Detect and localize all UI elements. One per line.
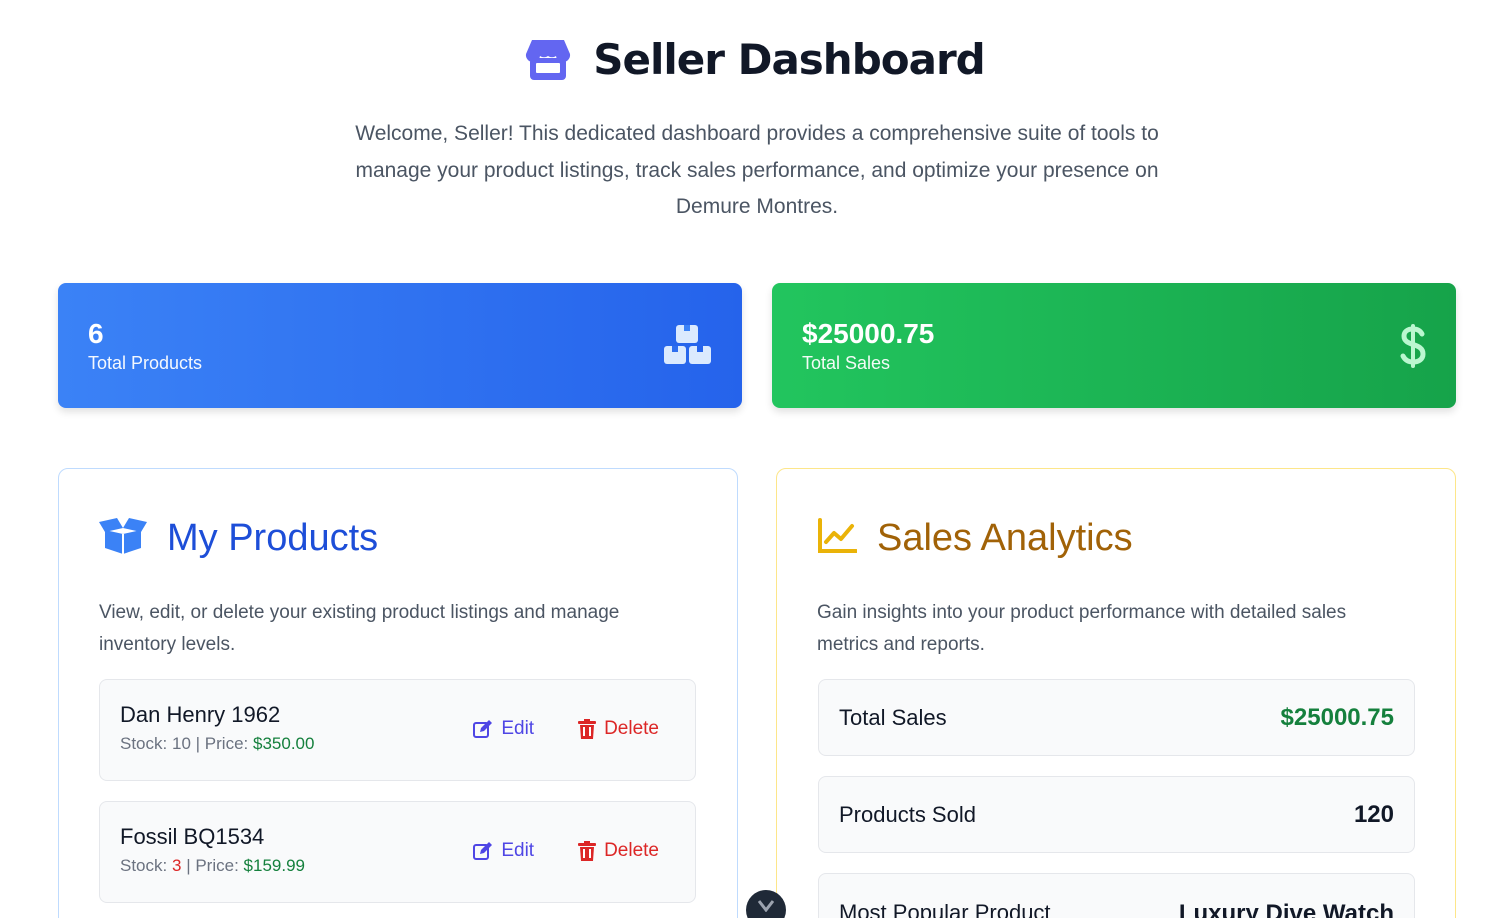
edit-icon [473, 720, 493, 738]
metric-value: 120 [1353, 800, 1394, 828]
edit-button[interactable]: Edit [473, 718, 534, 740]
total-sales-value: $25000.75 [802, 318, 935, 349]
page-title: Seller Dashboard [593, 34, 985, 84]
boxes-icon [664, 323, 712, 372]
total-products-value: 6 [88, 318, 104, 349]
page-header: Seller Dashboard [0, 34, 1508, 84]
edit-icon [473, 842, 493, 860]
separator: | [195, 734, 201, 753]
delete-button[interactable]: Delete [578, 718, 659, 740]
metric-label: Products Sold [839, 801, 976, 827]
metric-value: $25000.75 [1280, 703, 1394, 731]
product-item: Dan Henry 1962 Stock: 10 | Price: $350.0… [99, 679, 696, 781]
separator: | [186, 856, 191, 875]
trash-icon [578, 841, 597, 861]
trash-icon [578, 719, 597, 739]
metric-label: Total Sales [839, 704, 947, 730]
delete-label: Delete [604, 840, 659, 861]
total-products-label: Total Products [88, 353, 203, 373]
line-chart-icon [817, 517, 858, 559]
stock-label: Stock: [120, 734, 168, 753]
metric-most-popular: Most Popular Product Luxury Dive Watch [818, 873, 1415, 918]
page-subtitle: Welcome, Seller! This dedicated dashboar… [355, 122, 1159, 218]
price-label: Price: [195, 856, 239, 875]
metric-total-sales: Total Sales $25000.75 [818, 679, 1415, 756]
metric-products-sold: Products Sold 120 [818, 776, 1415, 853]
stock-label: Stock: [120, 856, 168, 875]
edit-label: Edit [501, 840, 535, 861]
my-products-description: View, edit, or delete your existing prod… [99, 602, 620, 655]
edit-label: Edit [501, 718, 535, 739]
metric-value: Luxury Dive Watch [1178, 900, 1394, 918]
delete-label: Delete [604, 718, 659, 739]
dollar-icon [1400, 323, 1426, 374]
stock-value: 3 [171, 856, 182, 875]
sales-analytics-description: Gain insights into your product performa… [817, 602, 1347, 655]
price-label: Price: [204, 734, 249, 753]
product-item: Fossil BQ1534 Stock: 3 | Price: $159.99 … [99, 801, 696, 903]
metric-label: Most Popular Product [839, 900, 1051, 918]
price-value: $350.00 [253, 734, 315, 753]
stock-value: 10 [171, 734, 191, 753]
total-sales-label: Total Sales [802, 353, 891, 373]
total-products-card: 6 Total Products [58, 283, 742, 408]
open-box-icon [99, 517, 147, 559]
sales-analytics-title: Sales Analytics [877, 516, 1133, 559]
total-sales-card: $25000.75 Total Sales [772, 283, 1456, 408]
my-products-title: My Products [167, 516, 379, 559]
price-value: $159.99 [243, 856, 305, 875]
store-icon [523, 34, 573, 84]
delete-button[interactable]: Delete [578, 840, 659, 862]
edit-button[interactable]: Edit [473, 840, 534, 862]
chevron-down-icon [758, 900, 774, 912]
